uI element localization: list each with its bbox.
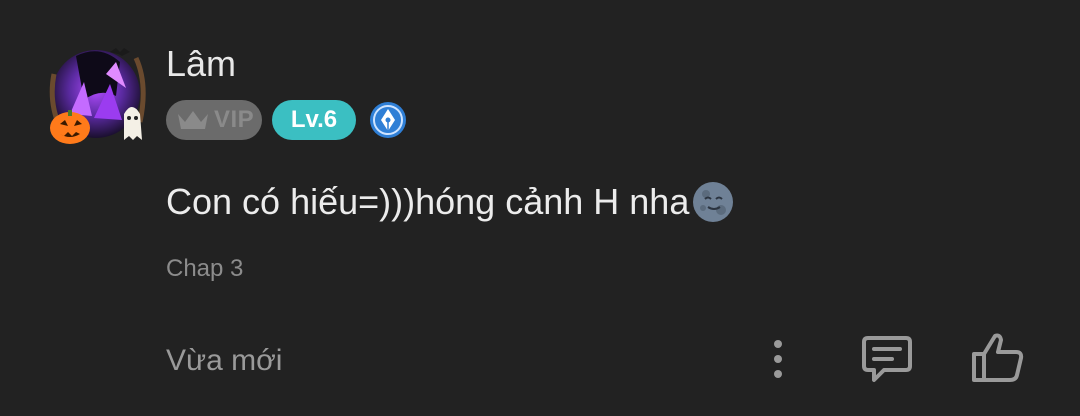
- thumbs-up-icon: [972, 333, 1024, 382]
- comment-reply-icon: [862, 336, 912, 382]
- comment-timestamp: Vừa mới: [166, 344, 283, 377]
- new-moon-face-emoji: [693, 182, 734, 222]
- vip-badge[interactable]: VIP: [166, 100, 262, 140]
- chapter-link[interactable]: Chap 3: [166, 254, 243, 284]
- vip-label: VIP: [214, 106, 255, 133]
- username[interactable]: Lâm: [166, 43, 236, 85]
- avatar-image: [49, 48, 146, 144]
- reply-button[interactable]: [858, 332, 916, 386]
- pen-badge-icon[interactable]: [368, 100, 408, 140]
- comment-text: Con có hiếu=)))hóng cảnh H nha: [166, 180, 735, 224]
- avatar[interactable]: [40, 44, 150, 148]
- level-badge[interactable]: Lv.6: [272, 100, 356, 140]
- comment-body: Con có hiếu=)))hóng cảnh H nha: [166, 181, 690, 222]
- crown-icon: [178, 111, 208, 129]
- more-vertical-icon: [774, 340, 782, 378]
- more-options-button[interactable]: [760, 336, 796, 382]
- like-button[interactable]: [968, 330, 1028, 386]
